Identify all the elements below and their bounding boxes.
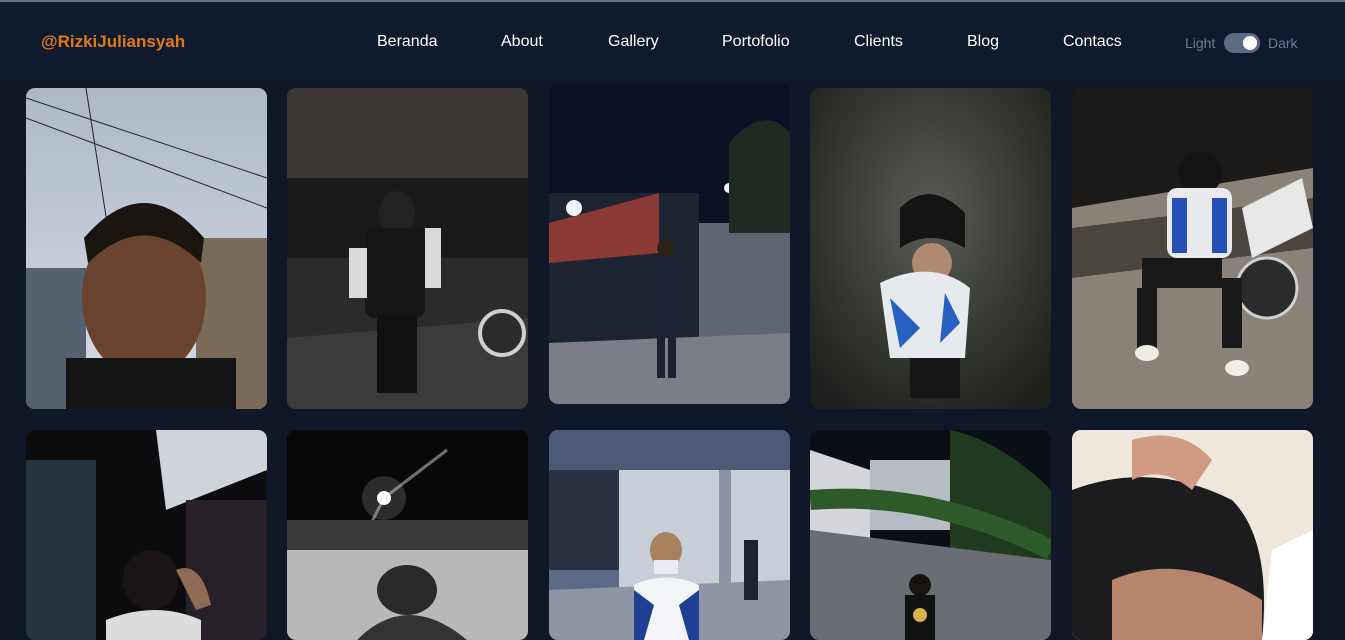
gallery-photo-6[interactable] (26, 430, 267, 640)
nav-link-portofolio[interactable]: Portofolio (722, 33, 790, 51)
gallery-photo-2[interactable] (287, 88, 528, 409)
nav-link-about[interactable]: About (501, 33, 543, 51)
theme-light-label: Light (1185, 35, 1216, 51)
gallery-photo-3[interactable] (549, 83, 790, 404)
nav-link-blog[interactable]: Blog (967, 33, 999, 51)
navbar: @RizkiJuliansyah Beranda About Gallery P… (0, 2, 1345, 80)
brand-logo[interactable]: @RizkiJuliansyah (41, 32, 185, 52)
photo-gallery (0, 80, 1345, 640)
theme-toggle[interactable] (1224, 33, 1260, 53)
nav-link-clients[interactable]: Clients (854, 33, 903, 51)
nav-link-contacs[interactable]: Contacs (1063, 33, 1122, 51)
nav-link-gallery[interactable]: Gallery (608, 33, 659, 51)
gallery-photo-4[interactable] (810, 88, 1051, 409)
gallery-photo-9[interactable] (810, 430, 1051, 640)
theme-toggle-knob (1243, 36, 1257, 50)
nav-link-beranda[interactable]: Beranda (377, 33, 438, 51)
gallery-photo-10[interactable] (1072, 430, 1313, 640)
gallery-photo-1[interactable] (26, 88, 267, 409)
gallery-photo-5[interactable] (1072, 88, 1313, 409)
theme-dark-label: Dark (1268, 35, 1298, 51)
gallery-photo-7[interactable] (287, 430, 528, 640)
gallery-photo-8[interactable] (549, 430, 790, 640)
